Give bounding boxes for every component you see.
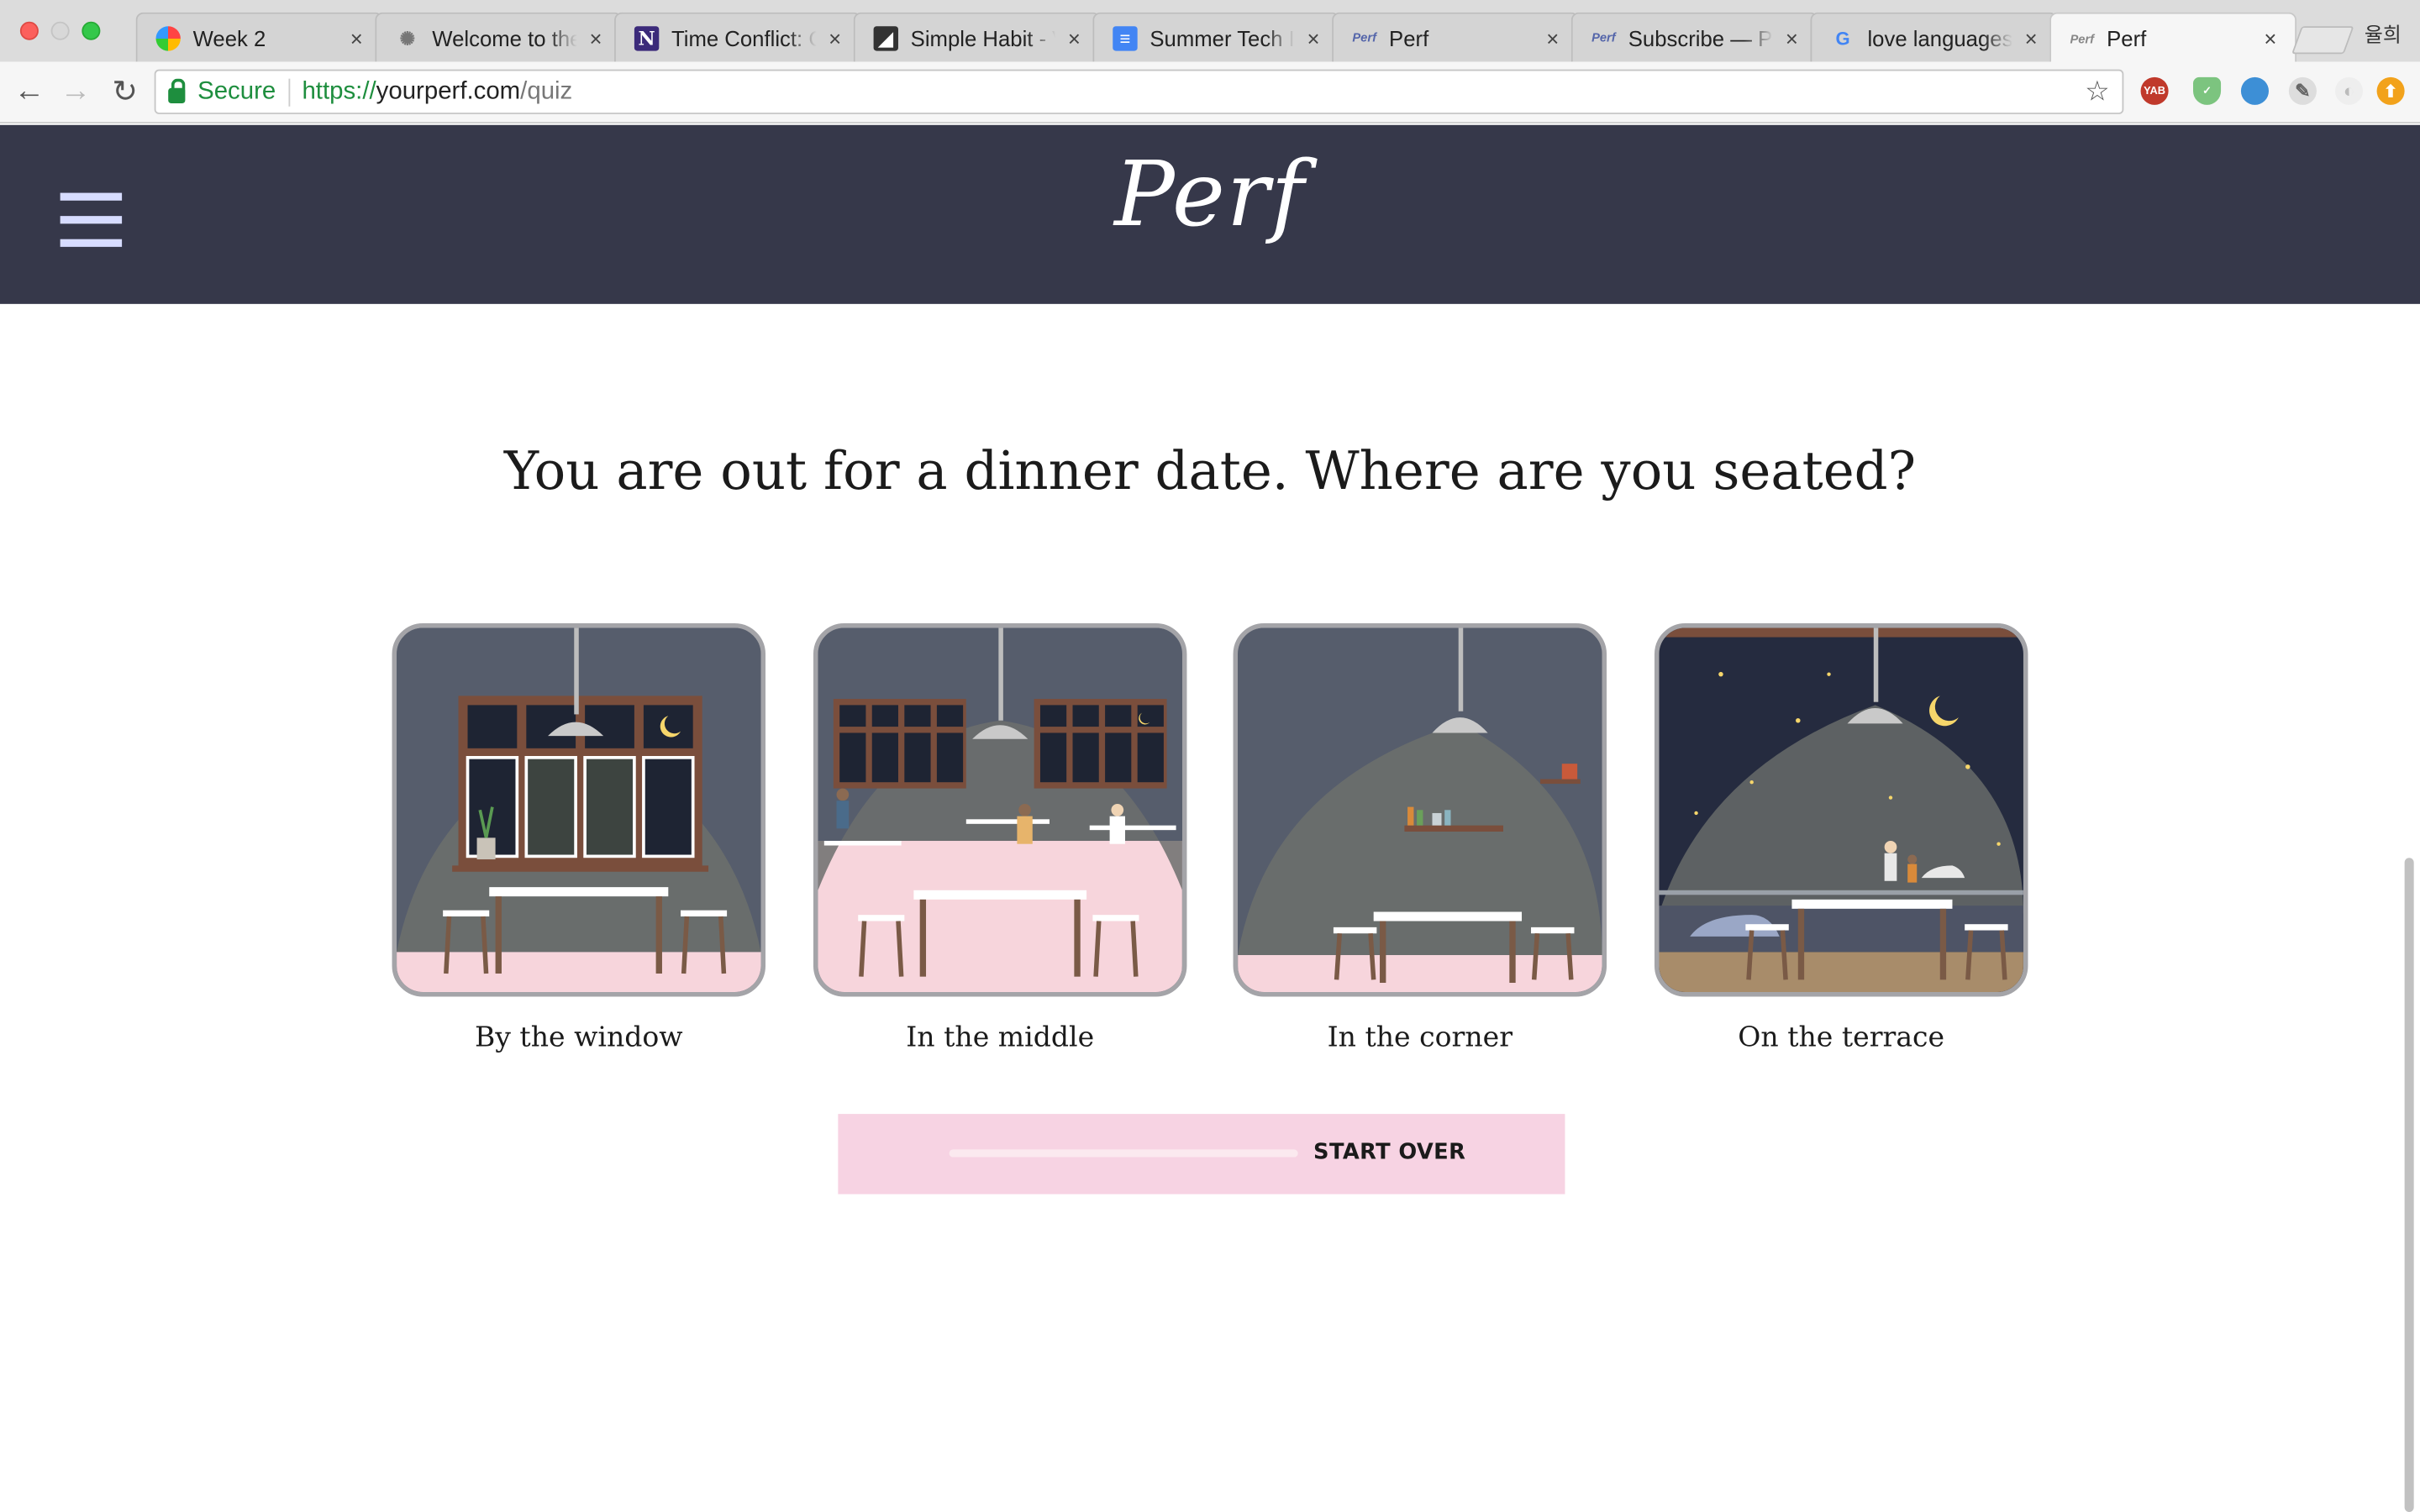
browser-tab[interactable]: Perf Subscribe — Pe × <box>1570 12 1818 62</box>
tab-title: Perf <box>1389 25 1429 50</box>
middle-scene-illustration <box>818 627 1182 993</box>
browser-tab[interactable]: Week 2 × <box>135 12 383 62</box>
tab-title: Simple Habit - V <box>910 25 1056 50</box>
close-tab-icon[interactable]: × <box>347 25 366 50</box>
shield-extension-icon[interactable]: ✓ <box>2193 76 2222 105</box>
close-tab-icon[interactable]: × <box>1304 25 1323 50</box>
corner-scene-illustration <box>1238 627 1602 993</box>
address-divider <box>287 77 290 106</box>
option-in-the-middle[interactable]: In the middle <box>813 623 1187 1054</box>
tab-title: Summer Tech In <box>1150 25 1296 50</box>
option-in-the-corner[interactable]: In the corner <box>1233 623 1607 1054</box>
tab-title: love languages <box>1867 25 2013 50</box>
colorful-joomla-icon <box>155 25 181 50</box>
forward-arrow-icon[interactable]: → <box>59 73 92 108</box>
new-tab-button[interactable] <box>2291 26 2354 55</box>
close-tab-icon[interactable]: × <box>2261 26 2280 50</box>
progress-track <box>949 1149 1298 1158</box>
tab-title: Perf <box>2107 26 2147 51</box>
zoom-window-button[interactable] <box>82 21 101 40</box>
quiz-question: You are out for a dinner date. Where are… <box>503 441 1917 503</box>
reload-icon[interactable]: ↻ <box>108 74 142 108</box>
ghost-extension-icon[interactable]: ◐ <box>2334 76 2364 105</box>
close-window-button[interactable] <box>19 21 39 40</box>
tab-title: Time Conflict: C <box>671 25 817 50</box>
address-bar[interactable]: Secure https:// yourperf.com /quiz ☆ <box>154 69 2124 114</box>
url-host: yourperf.com <box>376 77 521 104</box>
n-letter-icon: N <box>634 25 660 50</box>
option-label[interactable]: On the terrace <box>1655 1021 2028 1054</box>
close-tab-icon[interactable]: × <box>826 25 844 50</box>
globe-extension-icon[interactable] <box>2240 76 2269 105</box>
page-scrollbar[interactable] <box>2404 858 2414 1512</box>
browser-tab[interactable]: G love languages × <box>1810 12 2058 62</box>
option-by-the-window[interactable]: By the window <box>392 623 766 1054</box>
browser-tab-active[interactable]: Perf Perf × <box>2049 12 2297 64</box>
lock-icon <box>168 77 186 103</box>
option-label[interactable]: By the window <box>392 1021 765 1054</box>
tab-title: Week 2 <box>192 25 266 50</box>
perf-icon: Perf <box>1352 30 1376 45</box>
secure-label: Secure <box>197 77 276 104</box>
perf-icon: Perf <box>2070 31 2095 46</box>
browser-tab-strip: Week 2 × ✺ Welcome to the × N Time Confl… <box>0 0 2420 64</box>
minimize-window-button[interactable] <box>50 21 70 40</box>
url-path: /quiz <box>520 77 573 104</box>
close-tab-icon[interactable]: × <box>1782 25 1801 50</box>
option-image-card[interactable] <box>1233 623 1607 997</box>
option-image-card[interactable] <box>392 623 766 997</box>
site-logo[interactable]: Perf <box>0 142 2420 247</box>
option-image-card[interactable] <box>813 623 1187 997</box>
tab-title: Welcome to the <box>432 25 577 50</box>
close-tab-icon[interactable]: × <box>2022 25 2040 50</box>
browser-tab[interactable]: Perf Perf × <box>1332 12 1579 62</box>
option-label[interactable]: In the middle <box>813 1021 1186 1054</box>
tab-title: Subscribe — Pe <box>1628 25 1774 50</box>
perf-icon: Perf <box>1591 30 1616 45</box>
browser-tab[interactable]: N Time Conflict: C × <box>614 12 861 62</box>
yab-extension-icon[interactable]: YAB <box>2140 76 2169 105</box>
browser-tab[interactable]: ✺ Welcome to the × <box>375 12 623 62</box>
close-tab-icon[interactable]: × <box>1065 25 1083 50</box>
start-over-button[interactable]: START OVER <box>838 1114 1565 1194</box>
close-tab-icon[interactable]: × <box>1544 25 1562 50</box>
close-tab-icon[interactable]: × <box>587 25 605 50</box>
bell-extension-icon[interactable]: ⬆ <box>2376 76 2405 105</box>
option-on-the-terrace[interactable]: On the terrace <box>1654 623 2028 1054</box>
option-label[interactable]: In the corner <box>1234 1021 1607 1054</box>
browser-tab[interactable]: ≡ Summer Tech In × <box>1092 12 1340 62</box>
google-icon: G <box>1835 27 1850 49</box>
back-arrow-icon[interactable]: ← <box>13 73 46 108</box>
terrace-scene-illustration <box>1659 627 2023 993</box>
browser-toolbar: ← → ↻ Secure https:// yourperf.com /quiz… <box>0 61 2420 123</box>
window-scene-illustration <box>397 627 761 993</box>
google-docs-icon: ≡ <box>1113 25 1138 50</box>
profile-name[interactable]: 율희 <box>2365 18 2402 48</box>
start-over-label[interactable]: START OVER <box>1313 1140 1465 1164</box>
url-scheme: https:// <box>302 77 376 104</box>
bookmark-star-icon[interactable]: ☆ <box>2085 76 2110 108</box>
simple-habit-icon: ◢ <box>873 25 898 50</box>
option-image-card[interactable] <box>1654 623 2028 997</box>
eyedropper-extension-icon[interactable]: ✎ <box>2288 76 2317 105</box>
browser-tab[interactable]: ◢ Simple Habit - V × <box>853 12 1101 62</box>
sunburst-icon: ✺ <box>399 27 416 49</box>
